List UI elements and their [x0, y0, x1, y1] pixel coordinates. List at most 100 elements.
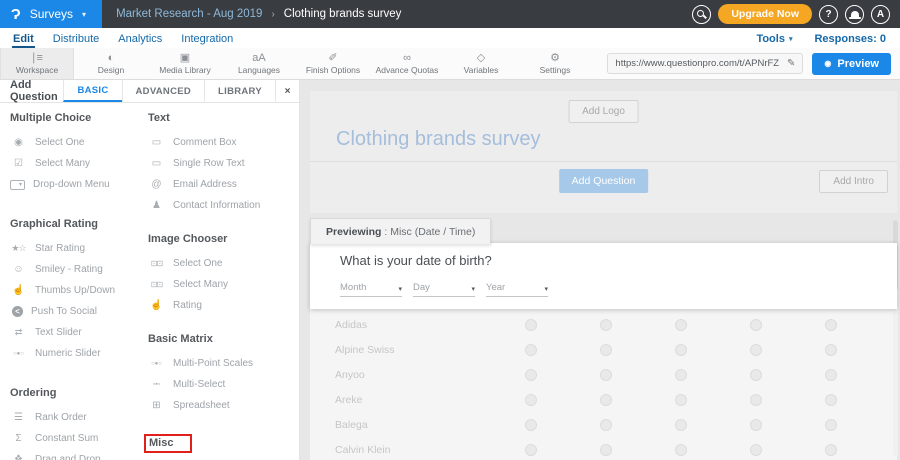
- edit-url-icon[interactable]: ✎: [787, 58, 795, 69]
- question-type-numeric-slider[interactable]: ○●○Numeric Slider: [10, 343, 148, 364]
- radio-button: [825, 344, 837, 356]
- numeric-slider-icon: ○●○: [10, 351, 27, 357]
- survey-title: Clothing brands survey: [336, 128, 541, 151]
- radio-button: [675, 419, 687, 431]
- radio-button: [600, 369, 612, 381]
- question-type-drop-down-menu[interactable]: ▾Drop-down Menu: [10, 174, 148, 195]
- question-type-comment-box[interactable]: ▭Comment Box: [148, 132, 299, 153]
- chevron-down-icon: ▾: [398, 285, 402, 293]
- question-type-spreadsheet[interactable]: ⊞Spreadsheet: [148, 395, 299, 416]
- tab-library[interactable]: LIBRARY: [204, 80, 275, 102]
- toolbar-item-media-library[interactable]: ▣Media Library: [148, 48, 222, 79]
- question-type-text-slider[interactable]: ⇄Text Slider: [10, 322, 148, 343]
- question-type-rating[interactable]: ☝Rating: [148, 295, 299, 316]
- question-type-star-rating[interactable]: ★☆Star Rating: [10, 238, 148, 259]
- image-select-one-icon: ⊡⊡: [148, 260, 165, 268]
- question-type-columns: Multiple Choice◉Select One☑Select Many▾D…: [0, 103, 299, 460]
- dropdown-icon: ▾: [10, 180, 25, 190]
- date-select-month[interactable]: Month▾: [340, 282, 402, 297]
- question-preview-popup: Previewing : Misc (Date / Time) What is …: [310, 218, 897, 309]
- add-question-button[interactable]: Add Question: [559, 169, 649, 193]
- account-avatar[interactable]: A: [871, 5, 890, 24]
- category-heading: Ordering: [10, 387, 148, 399]
- radio-button: [750, 319, 762, 331]
- nav-tab-edit[interactable]: Edit: [12, 31, 35, 48]
- close-panel-button[interactable]: ×: [275, 80, 299, 102]
- rank-order-icon: ☰: [10, 413, 27, 423]
- search-button[interactable]: [692, 5, 711, 24]
- question-type-smiley-rating[interactable]: ☺Smiley - Rating: [10, 259, 148, 280]
- brand-matrix-question: AdidasAlpine SwissAnyooArekeBalegaCalvin…: [310, 309, 897, 460]
- chevron-down-icon: ▾: [82, 10, 86, 19]
- toolbar-item-settings[interactable]: ⚙Settings: [518, 48, 592, 79]
- tab-advanced[interactable]: ADVANCED: [122, 80, 205, 102]
- radio-button: [600, 419, 612, 431]
- help-button[interactable]: ?: [819, 5, 838, 24]
- radio-button: [825, 319, 837, 331]
- previewing-type: : Misc (Date / Time): [381, 226, 475, 238]
- question-type-email-address[interactable]: @Email Address: [148, 174, 299, 195]
- responses-count[interactable]: Responses: 0: [814, 33, 886, 45]
- date-selects-row: Month▾ Day▾ Year▾: [340, 282, 897, 297]
- preview-button[interactable]: ◉ Preview: [812, 53, 891, 75]
- thumbs-icon: ☝: [10, 286, 27, 296]
- question-type-multi-select[interactable]: ▫▪▫Multi-Select: [148, 374, 299, 395]
- question-category: Text▭Comment Box▭Single Row Text@Email A…: [148, 112, 299, 216]
- add-logo-button[interactable]: Add Logo: [568, 100, 639, 123]
- toolbar-item-finish-options[interactable]: ✐Finish Options: [296, 48, 370, 79]
- tab-basic[interactable]: BASIC: [63, 80, 121, 102]
- table-row: Calvin Klein: [310, 437, 897, 460]
- question-type-select-one[interactable]: ◉Select One: [10, 132, 148, 153]
- preview-question-text: What is your date of birth?: [340, 253, 897, 268]
- add-question-panel: Add Question BASICADVANCEDLIBRARY × Mult…: [0, 80, 300, 460]
- radio-button: [750, 419, 762, 431]
- comment-box-icon: ▭: [148, 138, 165, 148]
- nav-tab-analytics[interactable]: Analytics: [117, 31, 163, 48]
- question-type-multi-point-scales[interactable]: ○●○Multi-Point Scales: [148, 353, 299, 374]
- question-type-select-many[interactable]: ☑Select Many: [10, 153, 148, 174]
- gear-icon: ⚙: [550, 52, 560, 64]
- toolbar-items: ∣≡Workspace◐Design▣Media LibraryaALangua…: [0, 48, 592, 79]
- workspace-icon: ∣≡: [31, 52, 43, 64]
- radio-button: [750, 369, 762, 381]
- brand-name-label: Anyoo: [310, 369, 493, 381]
- question-type-constant-sum[interactable]: ΣConstant Sum: [10, 428, 148, 449]
- question-type-thumbs-up-down[interactable]: ☝Thumbs Up/Down: [10, 280, 148, 301]
- notifications-button[interactable]: [845, 5, 864, 24]
- question-type-column-2: Text▭Comment Box▭Single Row Text@Email A…: [148, 112, 299, 460]
- question-type-select-many[interactable]: ⊡⊡Select Many: [148, 274, 299, 295]
- surveys-app-menu[interactable]: Ɂ Surveys ▾: [0, 0, 102, 28]
- add-intro-button[interactable]: Add Intro: [819, 170, 888, 193]
- breadcrumb: Market Research - Aug 2019 › Clothing br…: [116, 8, 401, 20]
- toolbar-item-variables[interactable]: ◇Variables: [444, 48, 518, 79]
- email-icon: @: [148, 180, 165, 190]
- brand-name-label: Areke: [310, 394, 493, 406]
- radio-button: [525, 319, 537, 331]
- breadcrumb-folder[interactable]: Market Research - Aug 2019: [116, 8, 262, 20]
- nav-tab-integration[interactable]: Integration: [180, 31, 234, 48]
- radio-button: [675, 394, 687, 406]
- survey-url-box[interactable]: https://www.questionpro.com/t/APNrFZ ✎: [607, 53, 803, 74]
- date-select-day[interactable]: Day▾: [413, 282, 475, 297]
- tools-menu[interactable]: Tools▾: [756, 33, 792, 45]
- brand-name-label: Calvin Klein: [310, 444, 493, 456]
- toolbar-item-design[interactable]: ◐Design: [74, 48, 148, 79]
- question-category: Graphical Rating★☆Star Rating☺Smiley - R…: [10, 218, 148, 364]
- table-row: Balega: [310, 412, 897, 437]
- question-type-push-to-social[interactable]: <Push To Social: [10, 301, 148, 322]
- question-type-rank-order[interactable]: ☰Rank Order: [10, 407, 148, 428]
- previewing-label: Previewing: [326, 226, 381, 238]
- nav-tab-distribute[interactable]: Distribute: [52, 31, 100, 48]
- toolbar-item-workspace[interactable]: ∣≡Workspace: [0, 48, 74, 79]
- question-type-drag-and-drop[interactable]: ❖Drag and Drop: [10, 449, 148, 460]
- toolbar-item-languages[interactable]: aALanguages: [222, 48, 296, 79]
- upgrade-now-button[interactable]: Upgrade Now: [718, 4, 812, 24]
- panel-tabs: BASICADVANCEDLIBRARY: [63, 80, 275, 102]
- date-select-year[interactable]: Year▾: [486, 282, 548, 297]
- add-question-panel-header: Add Question BASICADVANCEDLIBRARY ×: [0, 80, 299, 103]
- question-type-single-row-text[interactable]: ▭Single Row Text: [148, 153, 299, 174]
- question-type-contact-information[interactable]: ♟Contact Information: [148, 195, 299, 216]
- question-type-select-one[interactable]: ⊡⊡Select One: [148, 253, 299, 274]
- toolbar-item-advance-quotas[interactable]: ∞Advance Quotas: [370, 48, 444, 79]
- sigma-icon: Σ: [10, 434, 27, 444]
